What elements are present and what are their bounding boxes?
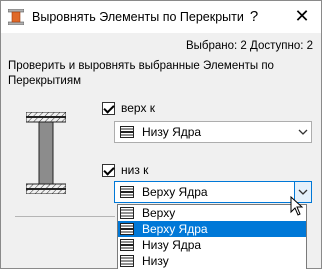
dialog-description: Проверить и выровнять выбранные Элементы… bbox=[8, 60, 274, 87]
bottom-checkbox[interactable] bbox=[102, 163, 115, 177]
mouse-cursor-icon bbox=[290, 196, 304, 216]
top-target-value: Низу Ядра bbox=[142, 125, 202, 139]
top-checkbox-row[interactable]: верх к bbox=[102, 101, 155, 115]
i-beam-diagram-icon bbox=[26, 112, 66, 194]
slab-bottom-icon bbox=[120, 255, 134, 267]
bottom-checkbox-row[interactable]: низ к bbox=[102, 163, 148, 177]
top-target-dropdown[interactable]: Низу Ядра bbox=[114, 121, 312, 143]
top-checkbox-label: верх к bbox=[121, 101, 156, 115]
slab-core-bottom-icon bbox=[120, 126, 134, 138]
bottom-target-dropdown[interactable]: Верху Ядра bbox=[114, 181, 312, 203]
help-button[interactable]: ? bbox=[244, 7, 264, 27]
separator-line bbox=[15, 216, 115, 217]
chevron-down-icon[interactable] bbox=[294, 122, 311, 142]
option-label: Верху bbox=[142, 206, 176, 220]
bottom-target-value: Верху Ядра bbox=[142, 185, 208, 199]
option-label: Верху Ядра bbox=[142, 222, 208, 236]
align-elements-icon bbox=[8, 9, 24, 25]
option-label: Низу Ядра bbox=[142, 238, 202, 252]
close-button[interactable]: ✕ bbox=[291, 5, 313, 27]
option-label: Низу bbox=[142, 254, 169, 268]
slab-core-top-icon bbox=[120, 186, 134, 198]
option-bottom[interactable]: Низу bbox=[118, 253, 306, 269]
slab-core-top-icon bbox=[120, 223, 134, 235]
slab-top-icon bbox=[120, 207, 134, 219]
dialog-title: Выровнять Элементы по Перекрыти bbox=[32, 10, 244, 24]
option-top[interactable]: Верху bbox=[118, 205, 306, 221]
align-to-slab-dialog: Выровнять Элементы по Перекрыти ? ✕ Выбр… bbox=[0, 0, 322, 269]
slab-core-bottom-icon bbox=[120, 239, 134, 251]
title-bar: Выровнять Элементы по Перекрыти ? ✕ bbox=[1, 1, 321, 33]
option-core-bottom[interactable]: Низу Ядра bbox=[118, 237, 306, 253]
bottom-target-options-list: Верху Верху Ядра Низу Ядра Низу bbox=[117, 204, 307, 269]
top-checkbox[interactable] bbox=[102, 101, 115, 115]
option-core-top[interactable]: Верху Ядра bbox=[118, 221, 306, 237]
selection-stats: Выбрано: 2 Доступно: 2 bbox=[185, 40, 313, 52]
bottom-checkbox-label: низ к bbox=[121, 163, 149, 177]
